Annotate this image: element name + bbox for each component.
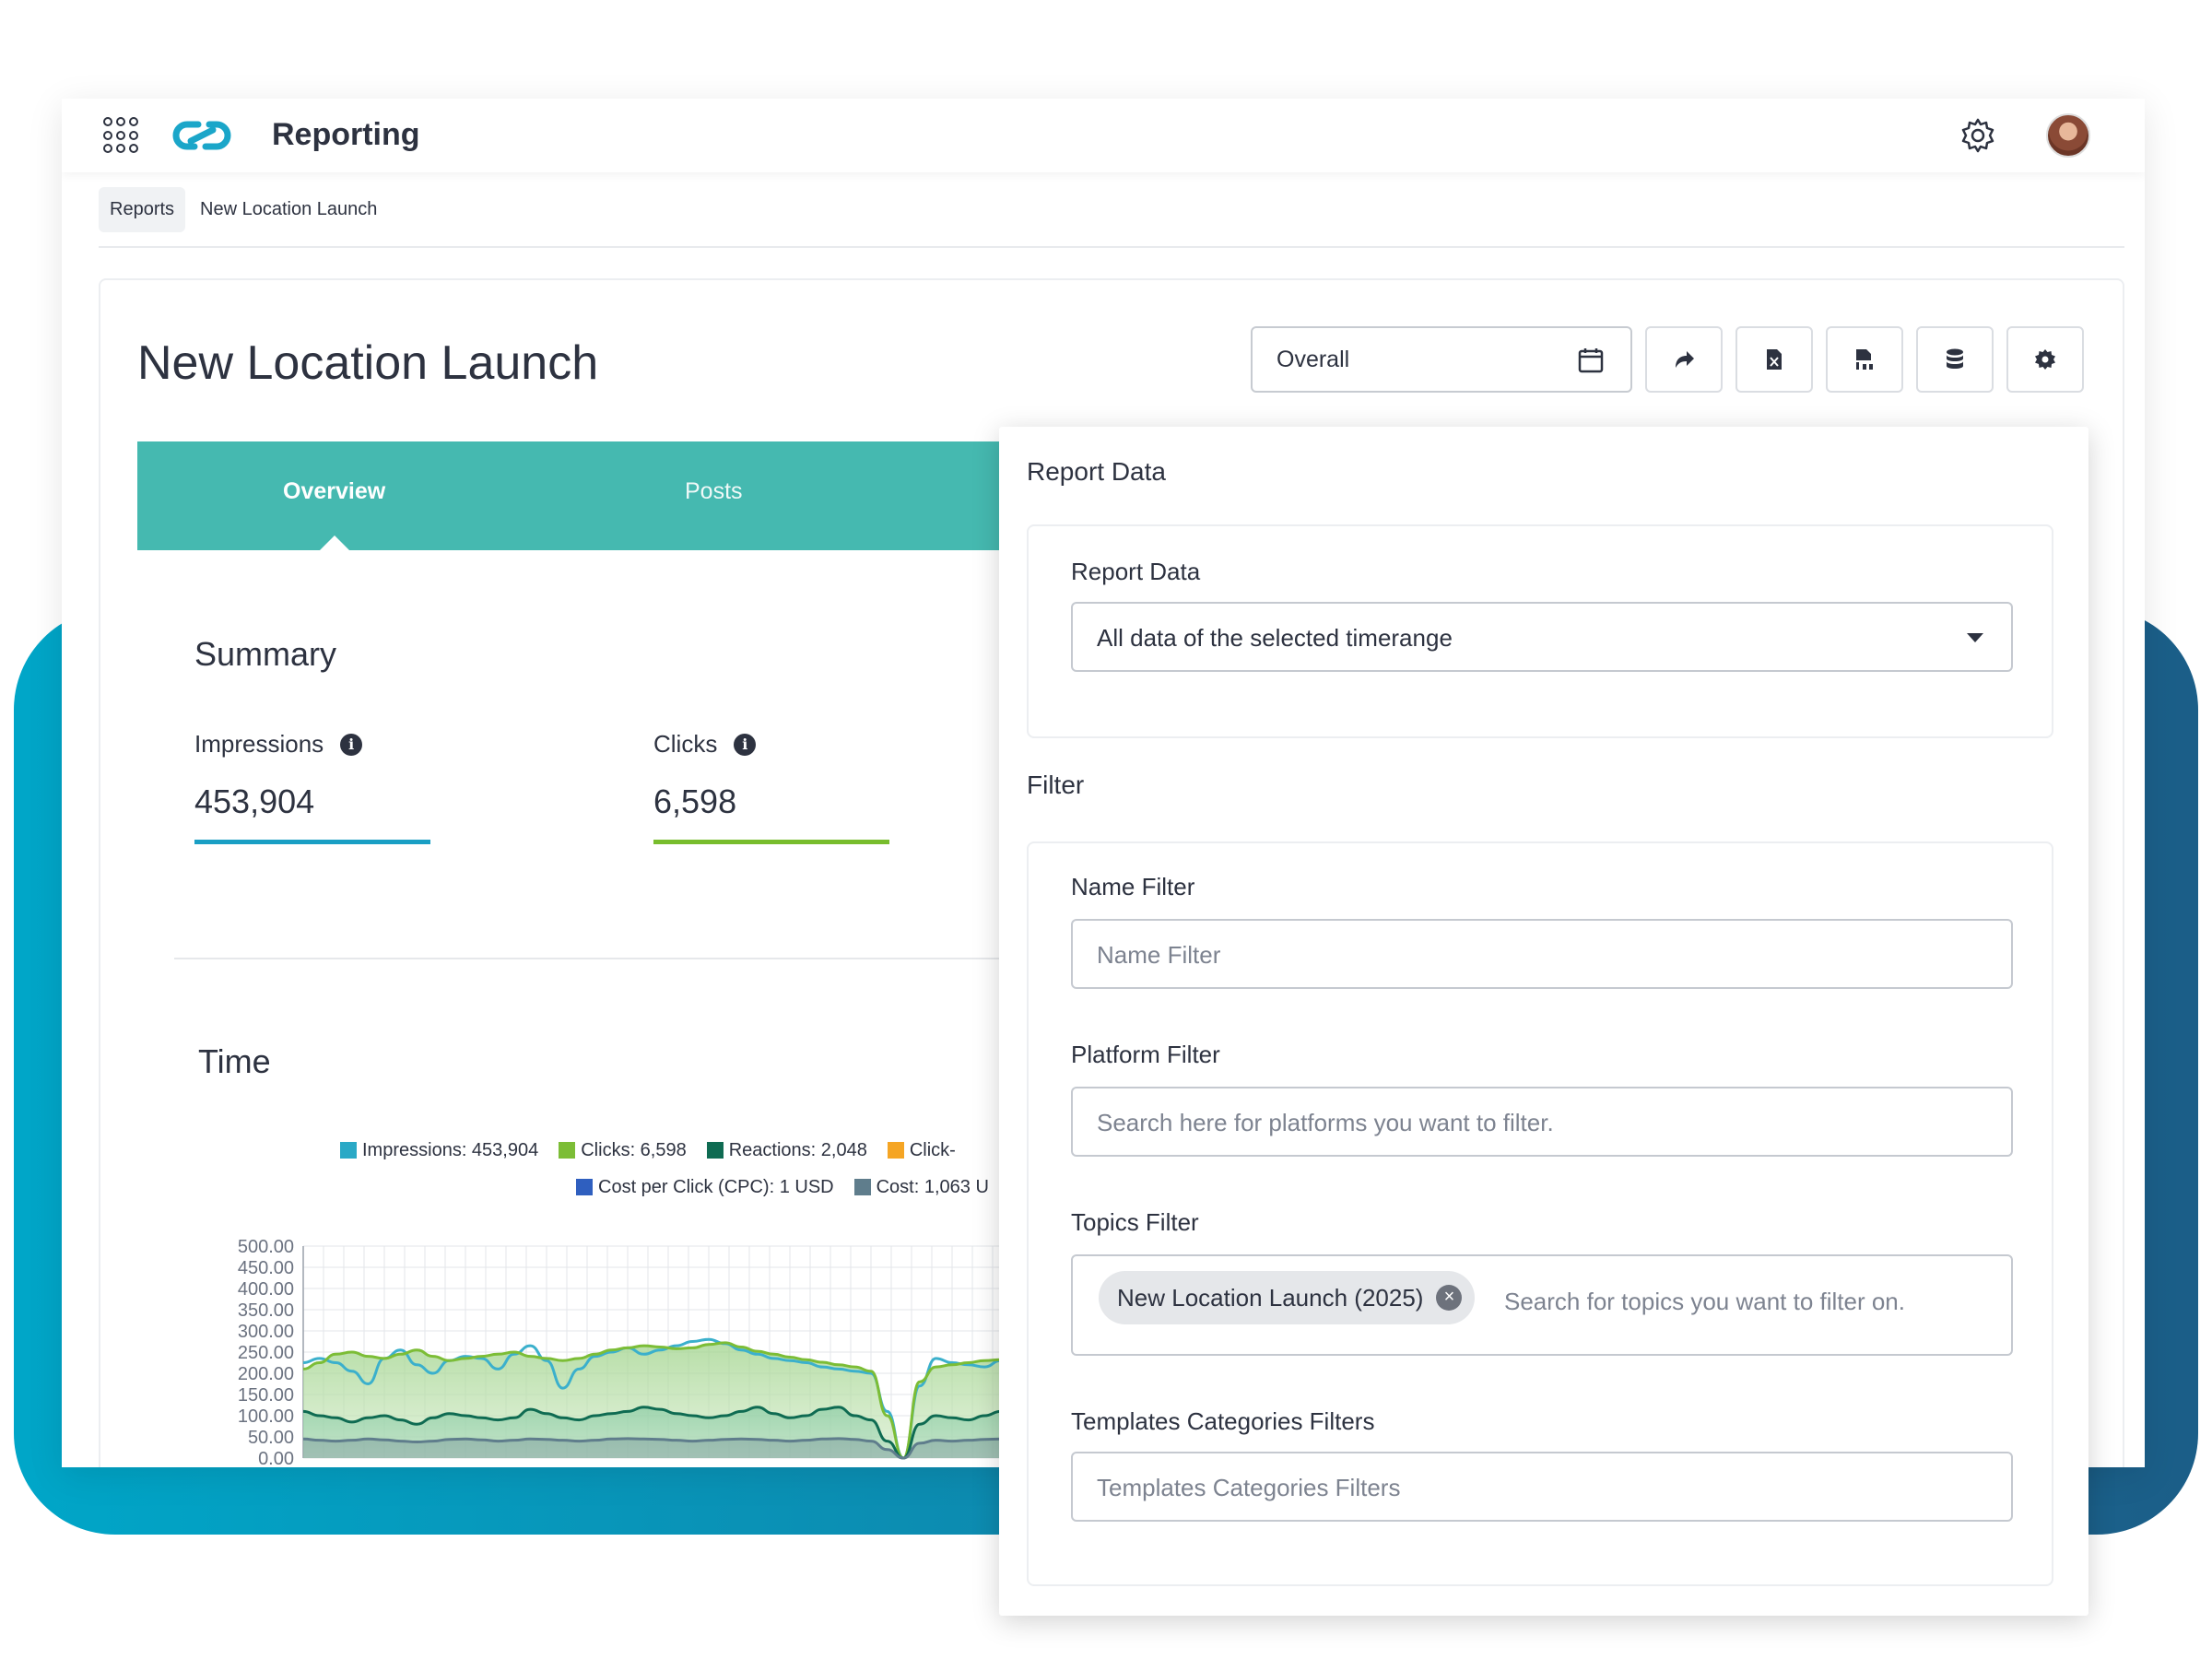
calendar-icon[interactable] bbox=[1577, 347, 1605, 374]
user-avatar[interactable] bbox=[2046, 113, 2090, 158]
report-title: New Location Launch bbox=[137, 336, 599, 390]
topics-filter-placeholder: Search for topics you want to filter on. bbox=[1504, 1288, 1905, 1315]
name-filter-placeholder: Name Filter bbox=[1097, 941, 1221, 969]
legend-item-impressions[interactable]: Impressions: 453,904 bbox=[340, 1140, 538, 1161]
time-section-title: Time bbox=[198, 1042, 271, 1080]
topic-chip-label: New Location Launch (2025) bbox=[1117, 1283, 1424, 1312]
y-tick-label: 350.00 bbox=[238, 1300, 294, 1321]
legend-swatch bbox=[340, 1142, 357, 1159]
app-title: Reporting bbox=[272, 117, 420, 152]
legend-item-click-rate[interactable]: Click- bbox=[887, 1139, 956, 1161]
kpi-impressions: Impressions i 453,904 bbox=[194, 730, 430, 844]
report-data-value: All data of the selected timerange bbox=[1097, 624, 1453, 652]
y-tick-label: 500.00 bbox=[238, 1237, 294, 1257]
report-data-select[interactable]: All data of the selected timerange bbox=[1071, 602, 2013, 672]
legend-label: Cost per Click (CPC): 1 USD bbox=[598, 1176, 834, 1197]
y-tick-label: 300.00 bbox=[238, 1322, 294, 1342]
y-tick-label: 200.00 bbox=[238, 1364, 294, 1384]
name-filter-input[interactable]: Name Filter bbox=[1071, 919, 2013, 989]
legend-label: Click- bbox=[909, 1139, 956, 1160]
name-filter-label: Name Filter bbox=[1071, 873, 1195, 900]
report-data-box: Report Data All data of the selected tim… bbox=[1027, 524, 2053, 738]
pdf-export-icon bbox=[1856, 349, 1873, 370]
report-data-label: Report Data bbox=[1071, 558, 1201, 585]
tab-posts[interactable]: Posts bbox=[685, 478, 743, 505]
y-tick-label: 150.00 bbox=[238, 1385, 294, 1406]
breadcrumb: Reports New Location Launch bbox=[99, 186, 377, 232]
legend-swatch bbox=[853, 1179, 871, 1195]
platform-filter-label: Platform Filter bbox=[1071, 1041, 1220, 1068]
database-icon bbox=[1947, 348, 1963, 369]
templates-filter-label: Templates Categories Filters bbox=[1071, 1407, 1375, 1435]
summary-divider bbox=[174, 958, 1096, 959]
kpi-impressions-value: 453,904 bbox=[194, 782, 315, 820]
kpi-clicks-label: Clicks bbox=[653, 730, 718, 758]
legend-label: Reactions: 2,048 bbox=[728, 1139, 867, 1160]
excel-export-button[interactable] bbox=[1735, 326, 1813, 393]
legend-swatch bbox=[576, 1179, 593, 1195]
chart-legend: Impressions: 453,904 Clicks: 6,598 React… bbox=[340, 1132, 1096, 1206]
topic-chip: New Location Launch (2025) × bbox=[1099, 1271, 1476, 1324]
period-value: Overall bbox=[1277, 347, 1350, 372]
excel-export-icon bbox=[1767, 349, 1782, 370]
time-chart: 500.00450.00400.00350.00300.00250.00200.… bbox=[238, 1237, 1114, 1467]
close-icon[interactable]: × bbox=[1436, 1285, 1463, 1311]
kpi-impressions-label: Impressions bbox=[194, 730, 324, 758]
templates-filter-input[interactable]: Templates Categories Filters bbox=[1071, 1452, 2013, 1522]
report-data-heading: Report Data bbox=[1027, 457, 1166, 486]
info-icon[interactable]: i bbox=[340, 733, 363, 756]
breadcrumb-divider bbox=[99, 246, 2124, 248]
templates-filter-placeholder: Templates Categories Filters bbox=[1097, 1474, 1401, 1501]
period-select[interactable]: Overall bbox=[1251, 326, 1632, 393]
settings-icon bbox=[2035, 349, 2055, 370]
tab-overview[interactable]: Overview bbox=[283, 478, 385, 505]
link-logo-icon bbox=[172, 121, 231, 150]
kpi-clicks: Clicks i 6,598 bbox=[653, 730, 889, 844]
kpi-clicks-bar bbox=[653, 840, 889, 844]
legend-item-reactions[interactable]: Reactions: 2,048 bbox=[706, 1139, 867, 1161]
platform-filter-placeholder: Search here for platforms you want to fi… bbox=[1097, 1109, 1554, 1136]
breadcrumb-reports-link[interactable]: Reports bbox=[99, 186, 186, 232]
platform-filter-input[interactable]: Search here for platforms you want to fi… bbox=[1071, 1087, 2013, 1157]
y-tick-label: 0.00 bbox=[258, 1449, 294, 1467]
legend-item-cost[interactable]: Cost: 1,063 U bbox=[853, 1176, 989, 1198]
topics-filter-label: Topics Filter bbox=[1071, 1208, 1199, 1236]
gear-icon[interactable] bbox=[1959, 116, 1997, 155]
info-icon[interactable]: i bbox=[734, 733, 757, 756]
y-tick-label: 450.00 bbox=[238, 1258, 294, 1278]
report-toolbar: Overall bbox=[1251, 326, 2084, 393]
share-icon bbox=[1676, 351, 1694, 368]
y-tick-label: 50.00 bbox=[248, 1428, 294, 1448]
legend-swatch bbox=[887, 1142, 904, 1159]
report-data-filter-panel: Report Data Report Data All data of the … bbox=[999, 427, 2088, 1616]
kpi-clicks-value: 6,598 bbox=[653, 782, 737, 820]
filter-heading: Filter bbox=[1027, 771, 1085, 799]
legend-label: Cost: 1,063 U bbox=[876, 1176, 989, 1197]
breadcrumb-current: New Location Launch bbox=[200, 198, 378, 219]
legend-label: Impressions: 453,904 bbox=[362, 1139, 539, 1160]
legend-item-cpc[interactable]: Cost per Click (CPC): 1 USD bbox=[576, 1177, 834, 1198]
topics-filter-input[interactable]: New Location Launch (2025) × Search for … bbox=[1071, 1254, 2013, 1356]
legend-item-clicks[interactable]: Clicks: 6,598 bbox=[559, 1140, 687, 1161]
top-bar: Reporting bbox=[62, 99, 2145, 172]
settings-button[interactable] bbox=[2006, 326, 2084, 393]
filter-box: Name Filter Name Filter Platform Filter … bbox=[1027, 841, 2053, 1586]
y-tick-label: 400.00 bbox=[238, 1279, 294, 1300]
chevron-down-icon bbox=[1967, 633, 1983, 642]
legend-swatch bbox=[559, 1142, 576, 1159]
legend-label: Clicks: 6,598 bbox=[581, 1139, 687, 1160]
legend-swatch bbox=[706, 1142, 724, 1159]
database-button[interactable] bbox=[1916, 326, 1994, 393]
apps-grid-icon[interactable] bbox=[103, 117, 140, 154]
share-button[interactable] bbox=[1645, 326, 1723, 393]
active-tab-indicator bbox=[320, 535, 349, 550]
pdf-export-button[interactable] bbox=[1826, 326, 1903, 393]
y-tick-label: 250.00 bbox=[238, 1343, 294, 1363]
summary-title: Summary bbox=[194, 635, 337, 673]
y-tick-label: 100.00 bbox=[238, 1406, 294, 1427]
kpi-impressions-bar bbox=[194, 840, 430, 844]
